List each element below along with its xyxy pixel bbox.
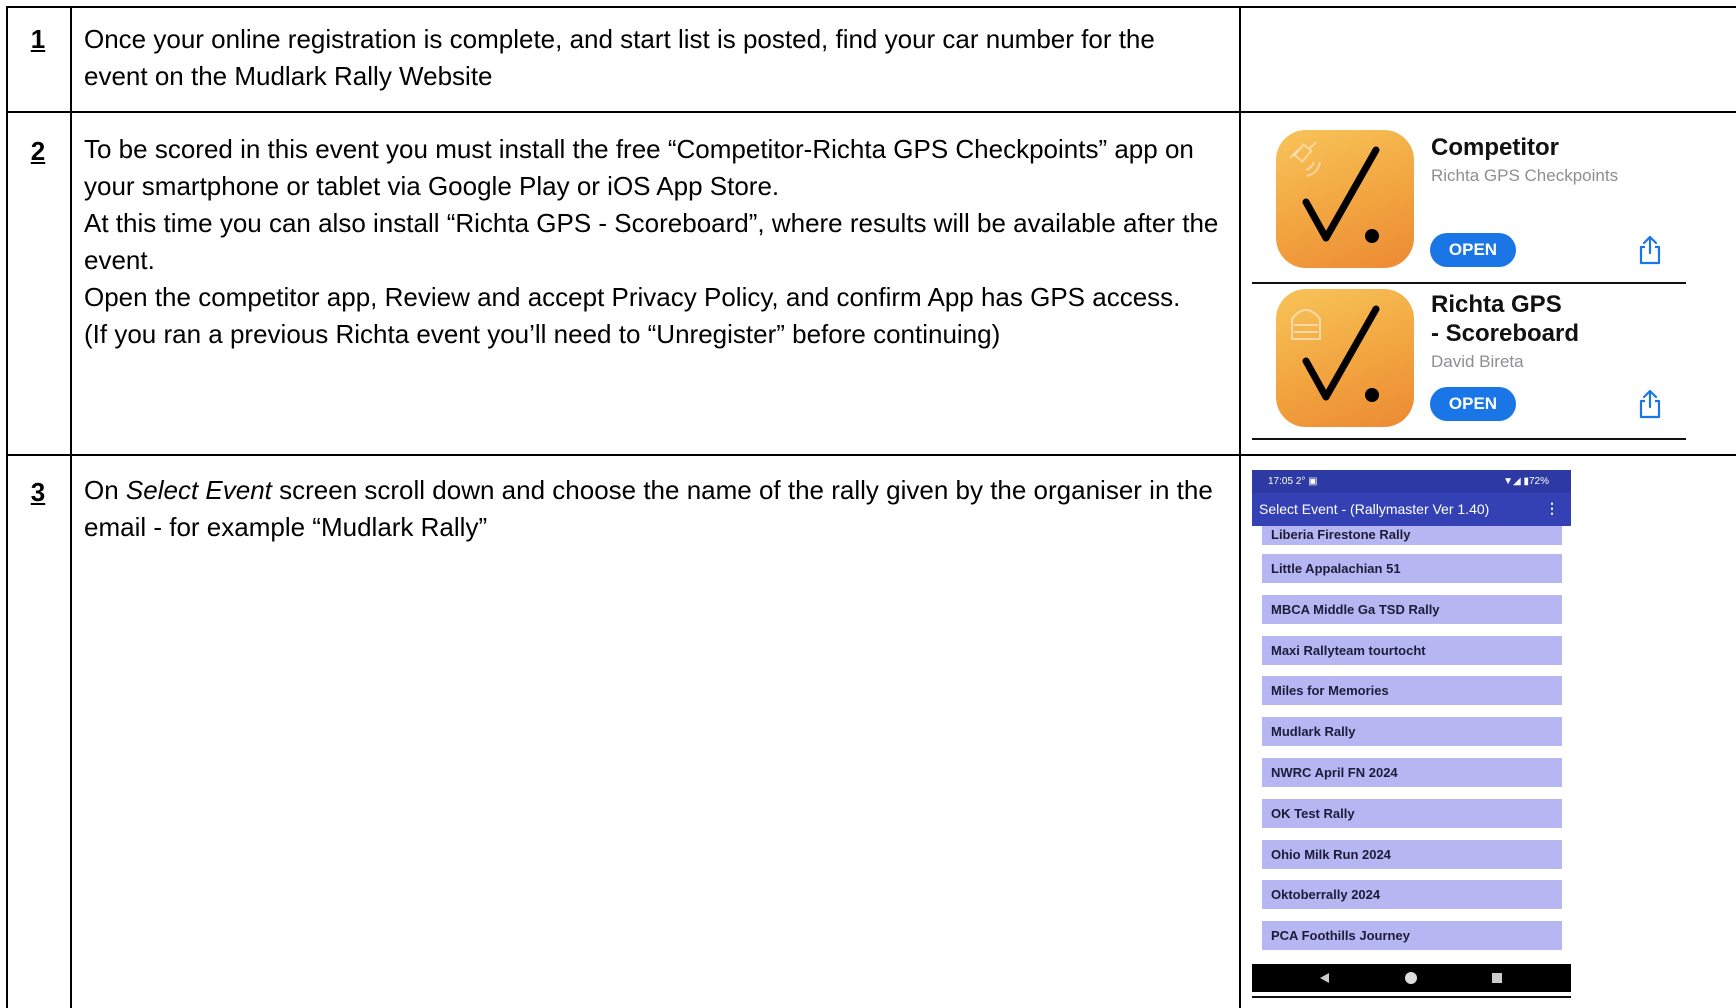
- event-item[interactable]: MBCA Middle Ga TSD Rally: [1262, 595, 1562, 624]
- row-3-text-before: On: [84, 475, 126, 505]
- competitor-app-subtitle: Richta GPS Checkpoints: [1431, 166, 1619, 185]
- home-icon[interactable]: [1405, 972, 1417, 984]
- phone-screenshot-bottom-border: [1252, 996, 1571, 998]
- row-1-paragraph: Once your online registration is complet…: [84, 24, 1155, 91]
- event-item[interactable]: NWRC April FN 2024: [1262, 758, 1562, 787]
- status-extra: 2° ▣: [1295, 476, 1318, 487]
- signal-icon: ▼◢ ▮: [1503, 476, 1529, 487]
- scoreboard-app-developer: David Bireta: [1431, 352, 1524, 371]
- scoreboard-open-button[interactable]: OPEN: [1430, 387, 1516, 421]
- competitor-app-icon: [1276, 130, 1414, 268]
- row-number-2: 2: [30, 136, 46, 166]
- column-divider-number: [70, 6, 72, 1008]
- battery-level: 72%: [1528, 476, 1549, 487]
- event-item[interactable]: Oktoberrally 2024: [1262, 880, 1562, 909]
- recents-icon[interactable]: [1492, 973, 1502, 983]
- competitor-app-name: Competitor: [1431, 134, 1559, 161]
- phone-status-bar: 17:05 2° ▣ ▼◢ ▮72%: [1252, 470, 1571, 493]
- phone-app-bar: Select Event - (Rallymaster Ver 1.40) ⋮: [1252, 493, 1571, 526]
- phone-screenshot: 17:05 2° ▣ ▼◢ ▮72% Select Event - (Rally…: [1252, 470, 1571, 1000]
- back-icon[interactable]: [1320, 973, 1329, 983]
- event-item[interactable]: Miles for Memories: [1262, 676, 1562, 705]
- row-2-paragraph-2: At this time you can also install “Richt…: [84, 208, 1219, 275]
- share-icon[interactable]: [1637, 389, 1663, 419]
- event-item[interactable]: PCA Foothills Journey: [1262, 921, 1562, 950]
- status-right: ▼◢ ▮72%: [1503, 476, 1549, 487]
- event-item[interactable]: Liberia Firestone Rally: [1262, 526, 1562, 545]
- app-bar-title: Select Event - (Rallymaster Ver 1.40): [1259, 501, 1490, 517]
- row-1-instructions: Once your online registration is complet…: [84, 21, 1224, 95]
- status-left: 17:05 2° ▣: [1268, 476, 1318, 487]
- row-2-paragraph-4: (If you ran a previous Richta event you’…: [84, 319, 1001, 349]
- status-time: 17:05: [1268, 476, 1294, 487]
- row-3-paragraph: On Select Event screen scroll down and c…: [84, 472, 1224, 546]
- row-number-1: 1: [30, 24, 46, 54]
- row-divider-1: [6, 111, 1736, 113]
- scoreboard-app-name-line-2: - Scoreboard: [1431, 320, 1580, 347]
- column-divider-image: [1239, 6, 1241, 1008]
- row-number-3: 3: [30, 477, 46, 507]
- app-list-separator: [1252, 282, 1686, 284]
- event-item[interactable]: Maxi Rallyteam tourtocht: [1262, 636, 1562, 665]
- row-divider-2: [6, 454, 1736, 456]
- event-item[interactable]: OK Test Rally: [1262, 799, 1562, 828]
- share-icon[interactable]: [1637, 235, 1663, 265]
- overflow-menu-icon[interactable]: ⋮: [1545, 500, 1559, 517]
- app-list-bottom-border: [1252, 438, 1686, 440]
- event-item[interactable]: Ohio Milk Run 2024: [1262, 840, 1562, 869]
- android-nav-bar: [1252, 964, 1571, 992]
- row-3-instructions: On Select Event screen scroll down and c…: [84, 472, 1224, 546]
- table-top-border: [6, 6, 1736, 8]
- scoreboard-app-icon: [1276, 289, 1414, 427]
- row-3-select-event-emphasis: Select Event: [125, 475, 272, 505]
- row-2-paragraph-3: Open the competitor app, Review and acce…: [84, 282, 1181, 312]
- competitor-open-button[interactable]: OPEN: [1430, 233, 1516, 267]
- row-2-paragraph-1: To be scored in this event you must inst…: [84, 134, 1194, 201]
- scoreboard-app-name-line-1: Richta GPS: [1431, 291, 1562, 318]
- row-2-instructions: To be scored in this event you must inst…: [84, 131, 1224, 353]
- event-item[interactable]: Little Appalachian 51: [1262, 554, 1562, 583]
- event-item-mudlark-rally[interactable]: Mudlark Rally: [1262, 717, 1562, 746]
